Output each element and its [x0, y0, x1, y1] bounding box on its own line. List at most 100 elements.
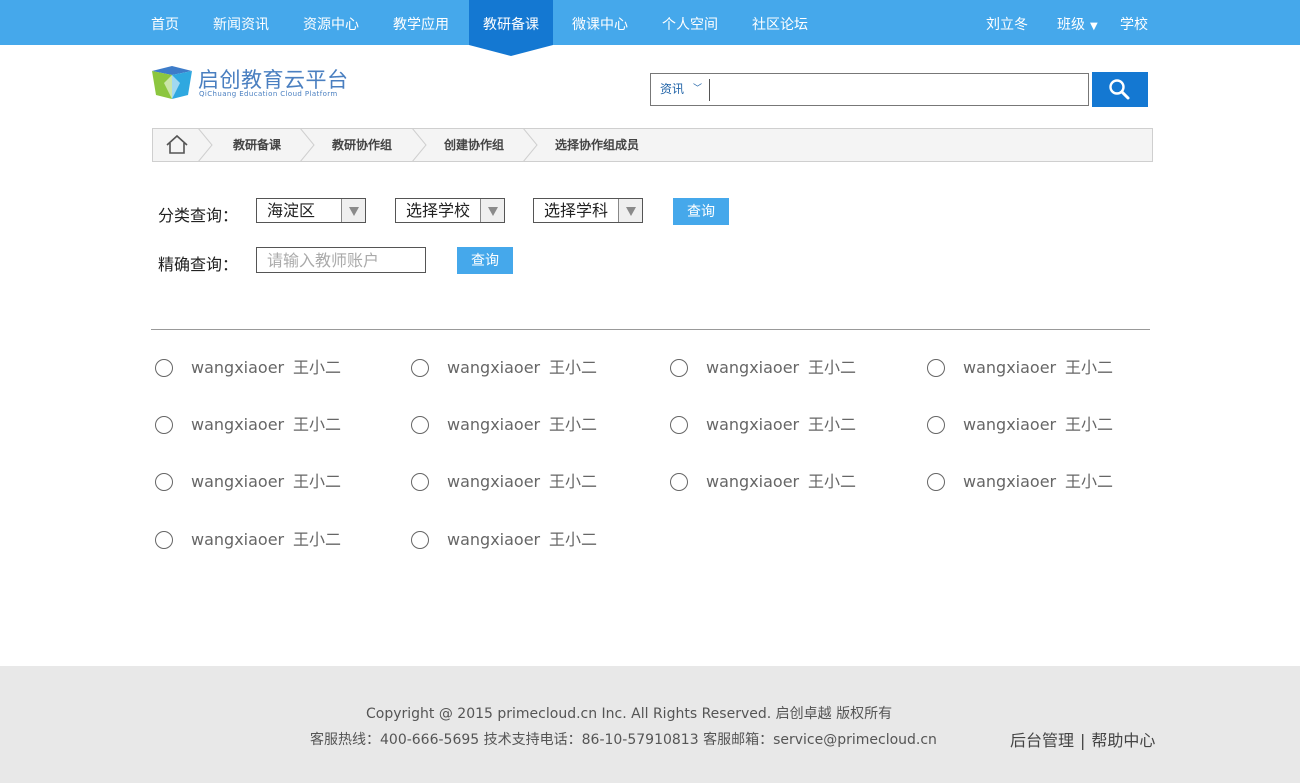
radio-button[interactable]: [927, 359, 945, 377]
teacher-account: wangxiaoer: [191, 358, 285, 377]
breadcrumb-separator-icon: [299, 128, 315, 162]
admin-link[interactable]: 后台管理: [1010, 731, 1074, 750]
radio-button[interactable]: [927, 416, 945, 434]
school-select-value: 选择学校: [406, 201, 471, 220]
search-category-select[interactable]: 资讯 ﹀: [651, 74, 709, 105]
footer-links: 后台管理 | 帮助中心: [1010, 727, 1155, 751]
nav-item-news[interactable]: 新闻资讯: [199, 0, 283, 45]
radio-button[interactable]: [411, 416, 429, 434]
logo-icon: [152, 66, 192, 99]
search-button[interactable]: [1092, 72, 1148, 107]
teacher-name: 王小二: [293, 415, 342, 434]
nav-item-lesson-prep[interactable]: 教研备课: [469, 0, 553, 56]
teacher-name: 王小二: [549, 472, 598, 491]
radio-button[interactable]: [411, 531, 429, 549]
class-dropdown-label: 班级: [1057, 17, 1085, 33]
teacher-account-input[interactable]: [256, 247, 426, 273]
breadcrumb: 教研备课 教研协作组 创建协作组 选择协作组成员: [152, 128, 1153, 162]
teacher-name: 王小二: [293, 358, 342, 377]
teacher-account: wangxiaoer: [191, 530, 285, 549]
class-dropdown[interactable]: 班级 ▼: [1057, 0, 1098, 45]
school-link[interactable]: 学校: [1120, 0, 1148, 45]
search-box: 资讯 ﹀: [650, 73, 1089, 106]
link-separator: |: [1080, 731, 1086, 750]
dropdown-arrow-icon: [480, 199, 504, 222]
radio-button[interactable]: [155, 359, 173, 377]
teacher-name: 王小二: [808, 415, 857, 434]
platform-logo[interactable]: 启创教育云平台 QiChuang Education Cloud Platfor…: [150, 64, 380, 102]
breadcrumb-separator-icon: [197, 128, 213, 162]
search-separator: [709, 79, 710, 101]
teacher-account: wangxiaoer: [706, 415, 800, 434]
nav-item-teaching-apps[interactable]: 教学应用: [379, 0, 463, 45]
help-center-link[interactable]: 帮助中心: [1091, 731, 1155, 750]
teacher-account: wangxiaoer: [706, 358, 800, 377]
radio-button[interactable]: [927, 473, 945, 491]
user-name-link[interactable]: 刘立冬: [986, 0, 1028, 45]
breadcrumb-home[interactable]: [153, 129, 199, 161]
teacher-name: 王小二: [549, 358, 598, 377]
radio-button[interactable]: [670, 359, 688, 377]
nav-item-home[interactable]: 首页: [137, 0, 193, 45]
teacher-account: wangxiaoer: [963, 358, 1057, 377]
radio-button[interactable]: [155, 531, 173, 549]
teacher-account: wangxiaoer: [447, 472, 541, 491]
teacher-name: 王小二: [1065, 472, 1114, 491]
nav-item-resources[interactable]: 资源中心: [289, 0, 373, 45]
district-select-value: 海淀区: [267, 201, 316, 220]
teacher-name: 王小二: [293, 530, 342, 549]
radio-button[interactable]: [411, 473, 429, 491]
exact-query-button[interactable]: 查询: [457, 247, 513, 274]
teacher-account: wangxiaoer: [963, 472, 1057, 491]
category-query-button[interactable]: 查询: [673, 198, 729, 225]
teacher-account: wangxiaoer: [447, 415, 541, 434]
teacher-account: wangxiaoer: [447, 530, 541, 549]
teacher-name: 王小二: [1065, 358, 1114, 377]
subject-select-value: 选择学科: [544, 201, 609, 220]
caret-down-icon: ▼: [1090, 21, 1098, 32]
top-nav-bar: 首页 新闻资讯 资源中心 教学应用 教研备课 微课中心 个人空间 社区论坛 刘立…: [0, 0, 1300, 56]
teacher-account: wangxiaoer: [191, 415, 285, 434]
search-icon: [1109, 79, 1130, 100]
search-category-value: 资讯: [660, 82, 685, 96]
breadcrumb-item-lesson-prep[interactable]: 教研备课: [233, 129, 281, 161]
subject-select[interactable]: 选择学科: [533, 198, 643, 223]
logo-subtitle: QiChuang Education Cloud Platform: [199, 90, 338, 98]
divider: [151, 329, 1150, 330]
breadcrumb-separator-icon: [522, 128, 538, 162]
teacher-account: wangxiaoer: [963, 415, 1057, 434]
radio-button[interactable]: [670, 473, 688, 491]
home-icon: [166, 134, 188, 154]
teacher-name: 王小二: [1065, 415, 1114, 434]
nav-item-forum[interactable]: 社区论坛: [738, 0, 822, 45]
teacher-account: wangxiaoer: [706, 472, 800, 491]
breadcrumb-item-create-group[interactable]: 创建协作组: [444, 129, 504, 161]
teacher-name: 王小二: [549, 415, 598, 434]
dropdown-arrow-icon: [618, 199, 642, 222]
teacher-name: 王小二: [808, 358, 857, 377]
footer-copyright: Copyright @ 2015 primecloud.cn Inc. All …: [366, 706, 893, 722]
radio-button[interactable]: [670, 416, 688, 434]
radio-button[interactable]: [155, 473, 173, 491]
nav-item-personal-space[interactable]: 个人空间: [648, 0, 732, 45]
school-select[interactable]: 选择学校: [395, 198, 505, 223]
teacher-account: wangxiaoer: [447, 358, 541, 377]
district-select[interactable]: 海淀区: [256, 198, 366, 223]
footer-contact: 客服热线：400-666-5695 技术支持电话：86-10-57910813 …: [310, 732, 937, 748]
dropdown-arrow-icon: [341, 199, 365, 222]
footer: Copyright @ 2015 primecloud.cn Inc. All …: [0, 666, 1300, 783]
chevron-down-icon: ﹀: [693, 84, 703, 94]
teacher-name: 王小二: [549, 530, 598, 549]
search-input[interactable]: [713, 76, 1083, 103]
exact-query-label: 精确查询：: [158, 255, 239, 274]
teacher-name: 王小二: [808, 472, 857, 491]
category-query-label: 分类查询：: [158, 206, 239, 225]
breadcrumb-separator-icon: [411, 128, 427, 162]
teacher-account: wangxiaoer: [191, 472, 285, 491]
teacher-name: 王小二: [293, 472, 342, 491]
radio-button[interactable]: [411, 359, 429, 377]
radio-button[interactable]: [155, 416, 173, 434]
breadcrumb-item-select-members: 选择协作组成员: [555, 138, 640, 152]
breadcrumb-item-collab-group[interactable]: 教研协作组: [332, 129, 392, 161]
nav-item-micro-course[interactable]: 微课中心: [558, 0, 642, 45]
